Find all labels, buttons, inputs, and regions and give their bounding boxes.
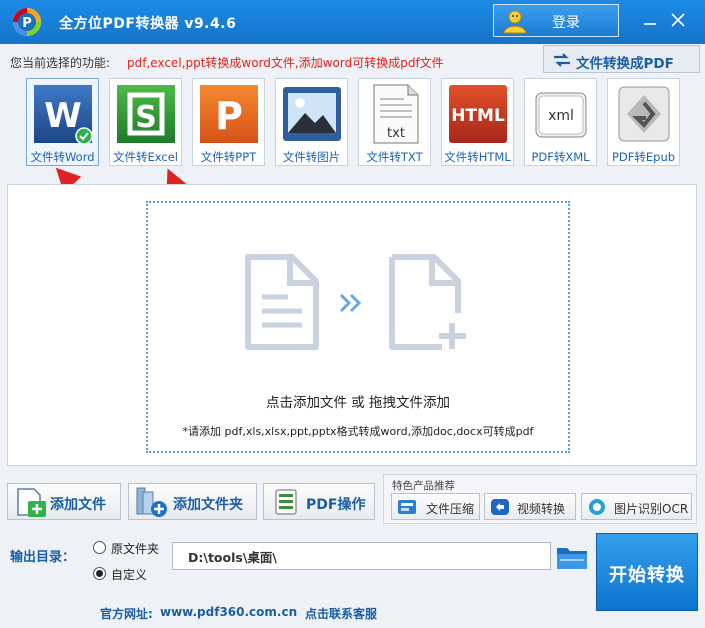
add-folder-icon xyxy=(136,487,167,517)
ppt-icon: P xyxy=(200,85,258,143)
html-icon: HTML xyxy=(449,85,507,143)
tool-image[interactable]: 文件转图片 xyxy=(275,78,348,166)
svg-text:W: W xyxy=(44,96,82,136)
login-button[interactable]: 登录 xyxy=(493,4,619,37)
pdf-operations-label: PDF操作 xyxy=(306,497,366,513)
xml-icon: xml xyxy=(535,92,587,138)
tool-label: 文件转PPT xyxy=(200,150,257,164)
close-icon xyxy=(671,13,685,27)
double-chevron-right-icon xyxy=(339,293,362,313)
minimize-icon xyxy=(644,23,656,25)
minimize-button[interactable] xyxy=(640,10,660,30)
tool-epub[interactable]: PDF转Epub xyxy=(607,78,680,166)
function-value: pdf,excel,ppt转换成word文件,添加word可转换成pdf文件 xyxy=(127,56,444,70)
drop-zone-main-text: 点击添加文件 或 拖拽文件添加 xyxy=(265,395,451,411)
pdf-operations-button[interactable]: PDF操作 xyxy=(263,483,375,520)
image-ocr-button[interactable]: 图片识别OCR xyxy=(581,493,692,520)
tool-html[interactable]: HTML 文件转HTML xyxy=(441,78,514,166)
add-file-label: 添加文件 xyxy=(50,497,106,513)
start-convert-button[interactable]: 开始转换 xyxy=(596,533,698,611)
contact-support-link[interactable]: 点击联系客服 xyxy=(305,605,377,622)
tool-label: 文件转图片 xyxy=(282,150,341,164)
tool-label: 文件转TXT xyxy=(366,150,423,164)
user-icon xyxy=(503,10,527,34)
title-bar: P 全方位PDF转换器 v9.4.6 登录 xyxy=(0,0,705,44)
svg-text:S: S xyxy=(135,100,157,135)
tool-label: 文件转Excel xyxy=(113,150,178,164)
image-icon xyxy=(283,87,341,141)
epub-icon xyxy=(618,86,670,142)
website-link[interactable]: www.pdf360.com.cn xyxy=(160,605,297,619)
add-file-icon xyxy=(17,488,46,517)
tool-label: PDF转Epub xyxy=(611,150,676,164)
document-icon xyxy=(245,254,319,350)
tool-ppt[interactable]: P 文件转PPT xyxy=(192,78,265,166)
tool-label: 文件转Word xyxy=(30,150,95,164)
radio-source-folder-label: 原文件夹 xyxy=(111,542,160,556)
radio-custom-label: 自定义 xyxy=(111,568,148,582)
compress-icon xyxy=(398,500,416,514)
output-dir-label: 输出目录： xyxy=(10,550,76,565)
word-icon: W xyxy=(34,85,93,145)
featured-header: 特色产品推荐 xyxy=(392,480,455,492)
svg-text:xml: xml xyxy=(548,108,574,124)
tool-xml[interactable]: xml PDF转XML xyxy=(524,78,597,166)
radio-source-folder[interactable] xyxy=(93,541,106,554)
app-title: 全方位PDF转换器 v9.4.6 xyxy=(59,16,237,32)
featured-item-label: 视频转换 xyxy=(517,502,566,516)
tool-label: PDF转XML xyxy=(531,150,590,164)
txt-icon: txt xyxy=(373,84,419,144)
excel-icon: S xyxy=(117,85,175,143)
svg-text:P: P xyxy=(22,16,32,31)
tool-word[interactable]: W 文件转Word xyxy=(26,78,99,166)
document-list-icon xyxy=(275,489,297,515)
browse-folder-button[interactable] xyxy=(556,543,588,571)
drop-zone-note: *请添加 pdf,xls,xlsx,ppt,pptx格式转成word,添加doc… xyxy=(182,425,534,438)
login-label: 登录 xyxy=(552,15,580,31)
featured-item-label: 文件压缩 xyxy=(426,502,475,516)
start-convert-label: 开始转换 xyxy=(609,565,685,586)
add-folder-button[interactable]: 添加文件夹 xyxy=(128,483,257,520)
compress-file-button[interactable]: 文件压缩 xyxy=(391,493,480,520)
drop-zone[interactable]: 点击添加文件 或 拖拽文件添加 *请添加 pdf,xls,xlsx,ppt,pp… xyxy=(146,201,570,453)
folder-icon xyxy=(557,548,587,569)
file-list-area: 点击添加文件 或 拖拽文件添加 *请添加 pdf,xls,xlsx,ppt,pp… xyxy=(7,184,697,466)
app-window: P 全方位PDF转换器 v9.4.6 登录 您当前选择的功能: pdf,exce… xyxy=(0,0,705,628)
add-file-icon xyxy=(389,254,466,350)
tool-label: 文件转HTML xyxy=(444,150,511,164)
close-button[interactable] xyxy=(668,10,688,30)
featured-products: 特色产品推荐 文件压缩 视频转换 图片识别OCR xyxy=(383,474,697,524)
add-file-button[interactable]: 添加文件 xyxy=(7,483,121,520)
featured-item-label: 图片识别OCR xyxy=(614,502,689,516)
svg-text:P: P xyxy=(215,94,243,138)
video-convert-button[interactable]: 视频转换 xyxy=(484,493,576,520)
svg-text:HTML: HTML xyxy=(451,106,505,126)
function-label: 您当前选择的功能: xyxy=(10,56,111,70)
add-folder-label: 添加文件夹 xyxy=(173,497,243,513)
convert-to-pdf-label: 文件转换成PDF xyxy=(576,56,674,72)
ocr-icon xyxy=(589,499,605,515)
output-path-input[interactable] xyxy=(172,542,551,570)
tool-excel[interactable]: S 文件转Excel xyxy=(109,78,182,166)
video-icon xyxy=(491,499,509,515)
app-logo-icon: P xyxy=(13,8,41,36)
website-label: 官方网址: xyxy=(100,607,153,621)
swap-arrows-icon xyxy=(554,53,570,67)
radio-custom[interactable] xyxy=(93,567,106,580)
convert-to-pdf-button[interactable]: 文件转换成PDF xyxy=(543,45,700,73)
tool-txt[interactable]: txt 文件转TXT xyxy=(358,78,431,166)
svg-text:txt: txt xyxy=(387,126,405,141)
